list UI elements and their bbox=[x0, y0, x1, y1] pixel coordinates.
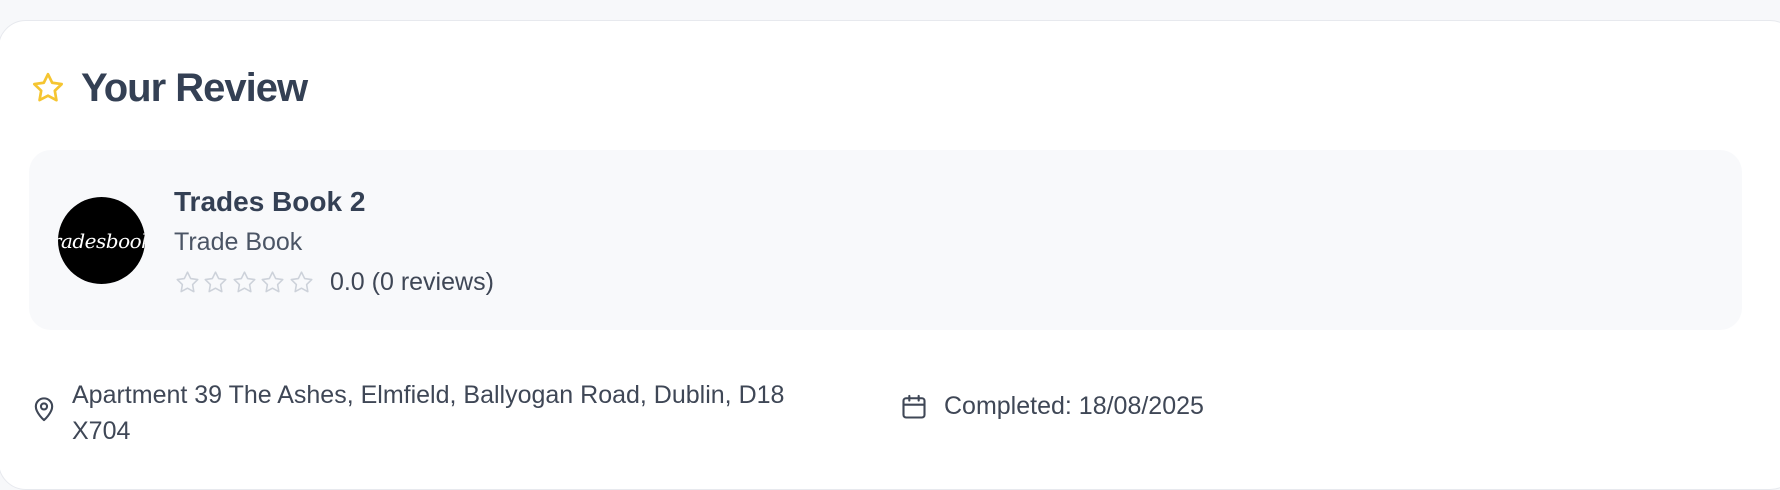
job-address: Apartment 39 The Ashes, Elmfield, Ballyo… bbox=[30, 377, 842, 449]
rating-summary: 0.0 (0 reviews) bbox=[329, 268, 494, 296]
job-completed: Completed: 18/08/2025 bbox=[900, 392, 1204, 421]
address-text: Apartment 39 The Ashes, Elmfield, Ballyo… bbox=[72, 381, 785, 445]
provider-logo: tradesbook. bbox=[58, 197, 145, 284]
provider-type: Trade Book bbox=[174, 228, 303, 256]
calendar-icon bbox=[902, 394, 926, 419]
rating-star-icon bbox=[204, 271, 227, 293]
completed-date: Completed: 18/08/2025 bbox=[944, 392, 1204, 420]
rating-star-icon bbox=[290, 271, 313, 293]
rating-star-icon bbox=[176, 271, 199, 293]
map-pin-icon bbox=[34, 397, 54, 422]
rating-star-icon bbox=[233, 271, 256, 293]
provider-name: Trades Book 2 bbox=[174, 186, 366, 217]
provider-card: tradesbook. Trades Book 2 Trade Book 0.0… bbox=[29, 150, 1742, 330]
provider-rating: 0.0 (0 reviews) bbox=[174, 268, 494, 297]
logo-wordmark: tradesbook. bbox=[58, 228, 145, 253]
star-icon bbox=[33, 72, 64, 102]
page-title: Your Review bbox=[81, 65, 308, 110]
review-header: Your Review bbox=[30, 65, 308, 110]
rating-stars bbox=[174, 269, 316, 296]
rating-star-icon bbox=[261, 271, 284, 293]
